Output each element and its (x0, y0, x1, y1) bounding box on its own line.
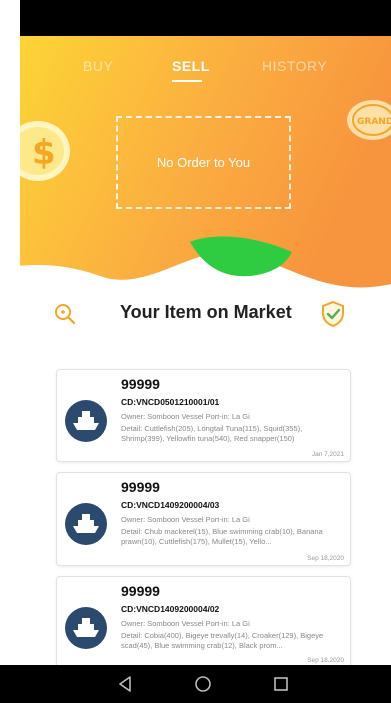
svg-text:GRAND: GRAND (357, 117, 391, 127)
market-item-card[interactable]: 99999 CD:VNCD1409200004/02 Owner: Somboo… (56, 576, 351, 668)
svg-text:$: $ (32, 133, 56, 173)
item-name: 99999 (121, 583, 160, 599)
ship-icon (65, 503, 107, 545)
item-code: CD:VNCD1409200004/03 (121, 500, 220, 510)
item-owner: Owner: Somboon Vessel Port-in: La Gi (121, 619, 250, 628)
item-detail: Detail: Cuttlefish(205), Longtail Tuna(1… (121, 424, 303, 443)
back-icon[interactable] (116, 675, 134, 693)
item-code: CD:VNCD1409200004/02 (121, 604, 220, 614)
active-tab-indicator (172, 80, 202, 82)
item-detail: Detail: Chub mackerel(15), Blue swimming… (121, 527, 323, 546)
recents-icon[interactable] (272, 675, 290, 693)
ship-icon (65, 607, 107, 649)
grand-coin-icon: GRAND (347, 100, 391, 140)
item-date: Sep 18,2020 (307, 657, 344, 664)
dollar-coin-icon: $ (20, 121, 70, 181)
item-owner: Owner: Somboon Vessel Port-in: La Gi (121, 515, 250, 524)
item-code: CD:VNCD0501210001/01 (121, 397, 220, 407)
item-owner: Owner: Somboon Vessel Port-in: La Gi (121, 412, 250, 421)
item-info: 99999 CD:VNCD1409200004/02 Owner: Somboo… (121, 583, 345, 651)
home-icon[interactable] (194, 675, 212, 693)
order-drop-box: No Order to You (116, 116, 291, 209)
left-edge (0, 0, 20, 703)
item-name: 99999 (121, 376, 160, 392)
item-date: Jan 7,2021 (311, 451, 344, 458)
item-name: 99999 (121, 479, 160, 495)
market-item-card[interactable]: 99999 CD:VNCD0501210001/01 Owner: Somboo… (56, 369, 351, 462)
item-detail: Detail: Cobia(400), Bigeye trevally(14),… (121, 631, 324, 650)
ship-icon (65, 400, 107, 442)
system-nav-bar (0, 665, 391, 703)
shield-check-icon[interactable] (320, 300, 346, 328)
tab-history[interactable]: HISTORY (262, 58, 327, 74)
item-info: 99999 CD:VNCD1409200004/03 Owner: Somboo… (121, 479, 345, 547)
tab-buy[interactable]: BUY (83, 58, 113, 74)
tab-sell[interactable]: SELL (172, 58, 210, 74)
item-info: 99999 CD:VNCD0501210001/01 Owner: Somboo… (121, 376, 345, 444)
search-icon[interactable] (53, 302, 77, 326)
market-item-card[interactable]: 99999 CD:VNCD1409200004/03 Owner: Somboo… (56, 472, 351, 566)
tab-bar: BUY SELL HISTORY (0, 58, 391, 86)
hero-banner: BUY SELL HISTORY No Order to You $ GRAND (0, 36, 391, 294)
section-header: Your Item on Market (20, 296, 391, 332)
status-bar (0, 0, 391, 36)
item-date: Sep 18,2020 (307, 555, 344, 562)
section-title: Your Item on Market (120, 302, 292, 322)
no-order-text: No Order to You (156, 155, 251, 170)
